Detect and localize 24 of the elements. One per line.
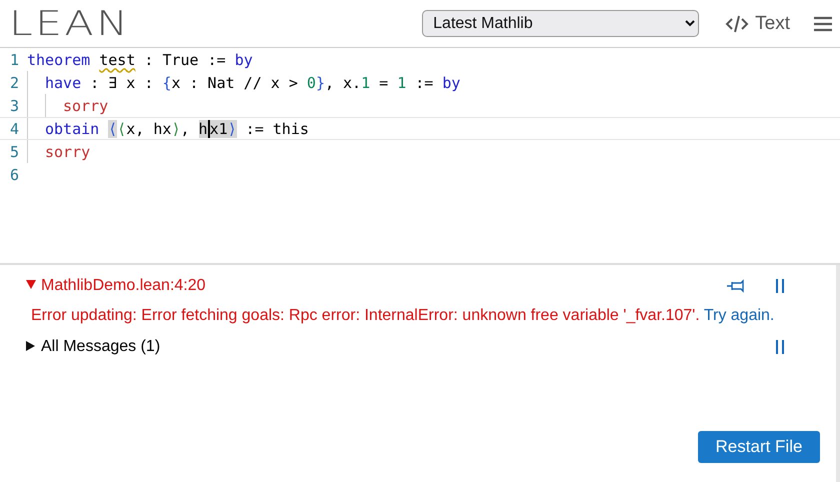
line-number: 2 — [8, 74, 20, 92]
menu-icon[interactable] — [814, 16, 832, 32]
all-messages-heading[interactable]: All Messages (1) — [41, 338, 160, 356]
code-icon — [725, 14, 750, 32]
logo: LEAN — [9, 6, 130, 40]
code-line: sorry — [63, 96, 108, 116]
code-line: obtain ⟨⟨x, hx⟩, h x1⟩ := this — [45, 118, 309, 139]
line-number: 1 — [8, 50, 20, 68]
pause-icon[interactable] — [774, 340, 786, 354]
line-number: 4 — [8, 120, 20, 138]
text-view-button[interactable]: Text — [725, 12, 790, 34]
restart-file-button[interactable]: Restart File — [698, 431, 820, 463]
line-number: 6 — [8, 166, 20, 184]
pause-icon[interactable] — [774, 279, 786, 293]
error-message: Error updating: Error fetching goals: Rpc error: InternalError: unknown free variable '_fvar.107'. Try again. — [31, 306, 776, 326]
try-again-link[interactable]: Try again. — [704, 307, 774, 324]
line-number: 5 — [8, 142, 20, 160]
location-heading[interactable]: MathlibDemo.lean:4:20 — [41, 277, 206, 295]
pin-icon[interactable] — [726, 279, 746, 293]
code-line: sorry — [45, 142, 90, 162]
line-number: 3 — [8, 96, 20, 114]
project-select[interactable]: Latest Mathlib — [422, 10, 700, 37]
code-line: have : ∃ x : {x : Nat // x > 0}, x.1 = 1 := by — [45, 72, 460, 94]
code-line: theorem test : True := by — [27, 50, 253, 70]
